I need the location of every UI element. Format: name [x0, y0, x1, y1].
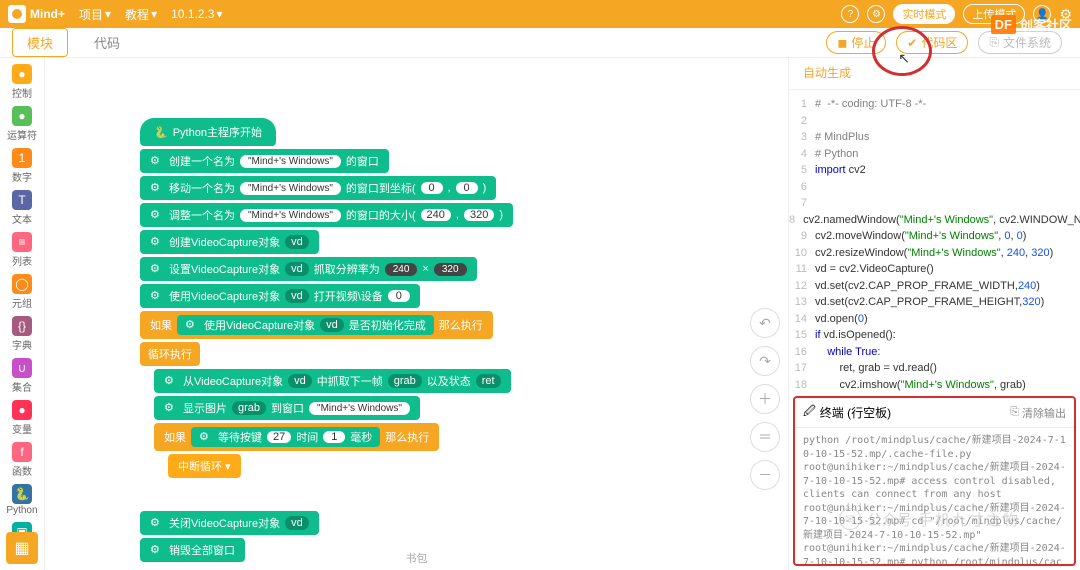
code-line: 1# -*- coding: UTF-8 -*- — [789, 96, 1080, 113]
watermark-prefix: 公众号 — [867, 509, 912, 530]
blk-create-capture[interactable]: 创建VideoCapture对象vd — [140, 230, 319, 254]
blk-break[interactable]: 中断循环 ▾ — [168, 454, 241, 478]
hat-block[interactable]: 🐍 Python主程序开始 — [140, 118, 276, 146]
zoom-reset-button[interactable]: ＝ — [750, 422, 780, 452]
code-line: 4# Python — [789, 146, 1080, 163]
watermark-text: 手机九寸之物 — [918, 509, 1020, 530]
code-line: 13vd.set(cv2.CAP_PROP_FRAME_HEIGHT,320) — [789, 294, 1080, 311]
code-line: 7 — [789, 195, 1080, 212]
terminal-output[interactable]: python /root/mindplus/cache/新建项目-2024-7-… — [795, 428, 1074, 564]
code-line: 8cv2.namedWindow("Mind+'s Windows", cv2.… — [789, 212, 1080, 229]
code-line: 18 cv2.imshow("Mind+'s Windows", grab) — [789, 377, 1080, 393]
code-line: 11vd = cv2.VideoCapture() — [789, 261, 1080, 278]
code-line: 6 — [789, 179, 1080, 196]
code-line: 12vd.set(cv2.CAP_PROP_FRAME_WIDTH,240) — [789, 278, 1080, 295]
cursor-icon: ↖ — [898, 50, 910, 67]
ip-address[interactable]: 10.1.2.3 — [171, 7, 214, 21]
block-stack[interactable]: 🐍 Python主程序开始 创建一个名为"Mind+'s Windows"的窗口… — [140, 118, 513, 565]
blk-create-window[interactable]: 创建一个名为"Mind+'s Windows"的窗口 — [140, 149, 389, 173]
blk-if-key[interactable]: 如果 等待按键27时间1毫秒 那么执行 — [154, 423, 439, 451]
right-pane: 自动生成 1# -*- coding: UTF-8 -*-23# MindPlu… — [788, 58, 1080, 570]
code-tabs: 自动生成 — [789, 58, 1080, 90]
palette-字典[interactable]: {}字典 — [12, 314, 32, 354]
df-badge: DF — [991, 15, 1016, 34]
blk-loop-label[interactable]: 循环执行 — [140, 342, 200, 366]
help-icon[interactable]: ? — [841, 5, 859, 23]
blk-read-frame[interactable]: 从VideoCapture对象vd中抓取下一帧grab以及状态ret — [154, 369, 511, 393]
blk-close-capture[interactable]: 关闭VideoCapture对象vd — [140, 511, 319, 535]
toolbar: 模块 代码 ◼ 停止 ✔ 代码区 ⎘ 文件系统 ↖ — [0, 28, 1080, 58]
blk-open-device[interactable]: 使用VideoCapture对象vd打开视频\设备0 — [140, 284, 420, 308]
code-line: 17 ret, grab = vd.read() — [789, 360, 1080, 377]
block-canvas[interactable]: 🐍 Python主程序开始 创建一个名为"Mind+'s Windows"的窗口… — [45, 58, 788, 570]
tab-autogen[interactable]: 自动生成 — [789, 58, 865, 89]
palette-控制[interactable]: ●控制 — [12, 62, 32, 102]
palette-文本[interactable]: T文本 — [12, 188, 32, 228]
terminal-panel: 🖉 终端 (行空板) ⎘ 清除输出 python /root/mindplus/… — [793, 396, 1076, 566]
backpack-label[interactable]: 书包 — [406, 550, 428, 566]
blk-resize-window[interactable]: 调整一个名为"Mind+'s Windows"的窗口的大小(240,320) — [140, 203, 513, 227]
blk-if[interactable]: 如果 使用VideoCapture对象vd是否初始化完成 那么执行 — [140, 311, 493, 339]
corner-brand: DF 创客社区 — [991, 15, 1072, 34]
redo-button[interactable]: ↷ — [750, 346, 780, 376]
code-line: 16 while True: — [789, 344, 1080, 361]
main: ●控制●运算符1数字T文本≡列表◯元组{}字典∪集合●变量f函数🐍Python▣… — [0, 58, 1080, 570]
zoom-out-button[interactable]: － — [750, 460, 780, 490]
code-line: 10cv2.resizeWindow("Mind+'s Windows", 24… — [789, 245, 1080, 262]
blk-move-window[interactable]: 移动一个名为"Mind+'s Windows"的窗口到坐标(0,0) — [140, 176, 496, 200]
codearea-label: 代码区 — [921, 34, 957, 51]
code-viewer[interactable]: 1# -*- coding: UTF-8 -*-23# MindPlus4# P… — [789, 90, 1080, 392]
code-line: 14vd.open(0) — [789, 311, 1080, 328]
canvas-tools: ↶ ↷ ＋ ＝ － — [750, 308, 780, 490]
palette-变量[interactable]: ●变量 — [12, 398, 32, 438]
palette-函数[interactable]: f函数 — [12, 440, 32, 480]
filesystem-label: 文件系统 — [1003, 34, 1051, 51]
stop-button[interactable]: ◼ 停止 — [826, 31, 886, 54]
logo-icon — [8, 5, 26, 23]
palette-运算符[interactable]: ●运算符 — [7, 104, 37, 144]
blk-show-image[interactable]: 显示图片grab到窗口"Mind+'s Windows" — [154, 396, 420, 420]
blk-destroy-windows[interactable]: 销毁全部窗口 — [140, 538, 245, 562]
palette-集合[interactable]: ∪集合 — [12, 356, 32, 396]
top-bar: Mind+ 项目▾ 教程▾ 10.1.2.3▾ ? ⚙ 实时模式 上传模式 👤 … — [0, 0, 1080, 28]
mode-realtime[interactable]: 实时模式 — [893, 4, 955, 24]
code-line: 15if vd.isOpened(): — [789, 327, 1080, 344]
settings-icon[interactable]: ⚙ — [867, 5, 885, 23]
brand-text: Mind+ — [30, 7, 65, 21]
menu-tutorial[interactable]: 教程 — [125, 6, 149, 23]
blk-set-resolution[interactable]: 设置VideoCapture对象vd抓取分辨率为240×320 — [140, 257, 477, 281]
tab-code[interactable]: 代码 — [80, 29, 134, 56]
terminal-title: 终端 (行空板) — [820, 404, 891, 421]
logo: Mind+ — [8, 5, 65, 23]
clear-output-button[interactable]: ⎘ 清除输出 — [1010, 405, 1066, 421]
palette-元组[interactable]: ◯元组 — [12, 272, 32, 312]
extensions-button[interactable]: ▦ — [6, 532, 38, 564]
undo-button[interactable]: ↶ — [750, 308, 780, 338]
terminal-icon: 🖉 — [803, 402, 816, 423]
zoom-in-button[interactable]: ＋ — [750, 384, 780, 414]
code-line: 2 — [789, 113, 1080, 130]
menu-project[interactable]: 项目 — [79, 6, 103, 23]
palette-数字[interactable]: 1数字 — [12, 146, 32, 186]
corner-brand-text: 创客社区 — [1020, 15, 1072, 34]
terminal-header: 🖉 终端 (行空板) ⎘ 清除输出 — [795, 398, 1074, 428]
stop-label: 停止 — [851, 34, 875, 51]
code-line: 5import cv2 — [789, 162, 1080, 179]
tab-blocks[interactable]: 模块 — [12, 28, 68, 57]
wechat-icon: ✉ — [839, 508, 861, 530]
filesystem-button[interactable]: ⎘ 文件系统 — [978, 31, 1062, 54]
watermark: ✉ 公众号 手机九寸之物 — [839, 508, 1020, 530]
palette-Python[interactable]: 🐍Python — [6, 482, 37, 518]
code-line: 9cv2.moveWindow("Mind+'s Windows", 0, 0) — [789, 228, 1080, 245]
block-palette: ●控制●运算符1数字T文本≡列表◯元组{}字典∪集合●变量f函数🐍Python▣… — [0, 58, 45, 570]
code-line: 3# MindPlus — [789, 129, 1080, 146]
palette-列表[interactable]: ≡列表 — [12, 230, 32, 270]
